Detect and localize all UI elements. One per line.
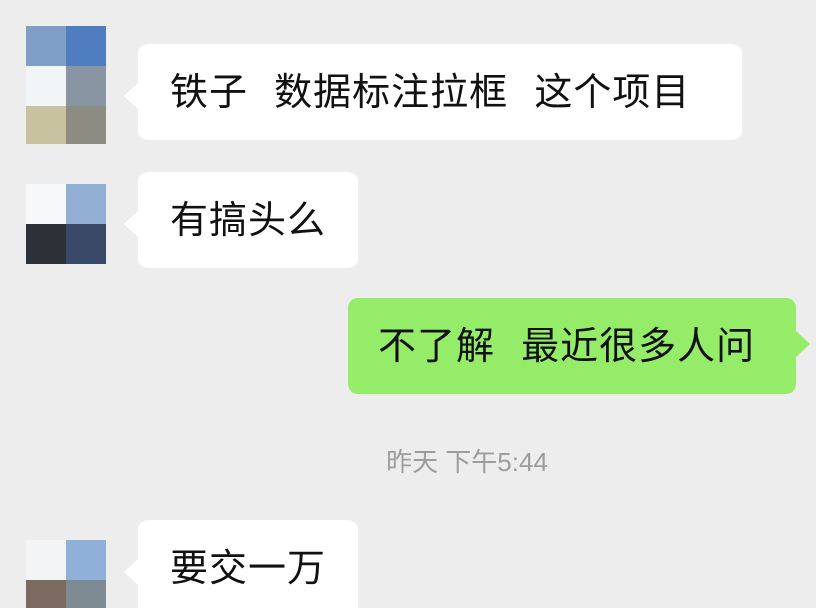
message-timestamp: 昨天 下午5:44	[386, 447, 548, 477]
message-text: 不了解 最近很多人问	[378, 324, 756, 368]
message-text: 要交一万	[170, 546, 327, 590]
message-bubble-incoming[interactable]: 有搞头么	[124, 172, 358, 268]
message-bubble-incoming[interactable]: 铁子 数据标注拉框 这个项目	[124, 44, 742, 140]
message-bubble-incoming[interactable]: 要交一万	[124, 520, 358, 608]
contact-avatar[interactable]	[26, 26, 106, 144]
message-text: 铁子 数据标注拉框 这个项目	[170, 70, 691, 114]
contact-avatar[interactable]	[26, 540, 106, 608]
message-bubble-outgoing[interactable]: 不了解 最近很多人问	[348, 298, 810, 394]
contact-avatar[interactable]	[26, 184, 106, 264]
message-text: 有搞头么	[170, 198, 327, 242]
chat-window: 铁子 数据标注拉框 这个项目 有搞头么 不了解 最近很多人问 昨天 下午5:44…	[0, 0, 816, 608]
